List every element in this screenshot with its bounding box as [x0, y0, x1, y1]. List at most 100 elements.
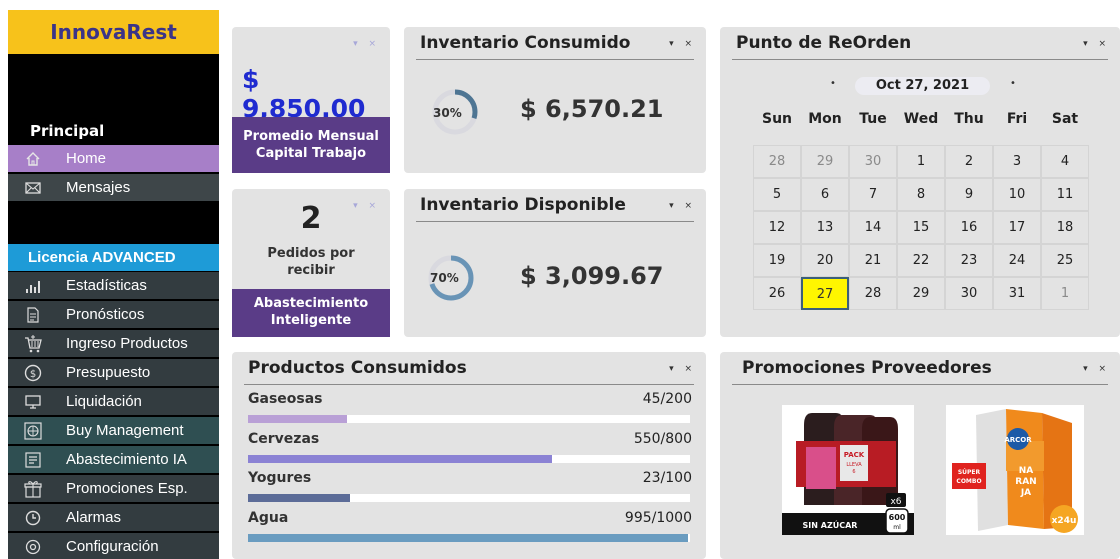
calendar-day[interactable]: 1: [897, 145, 945, 178]
calendar-day[interactable]: 17: [993, 211, 1041, 244]
pedidos-band-line1: Abastecimiento: [253, 296, 369, 311]
sidebar-item-pronosticos[interactable]: Pronósticos: [8, 301, 219, 328]
sidebar-item-label: Promociones Esp.: [66, 480, 188, 497]
calendar-day[interactable]: 29: [801, 145, 849, 178]
clock-icon: [20, 510, 46, 526]
calendar-day[interactable]: 8: [897, 178, 945, 211]
calendar-day[interactable]: 28: [849, 277, 897, 310]
calendar-day[interactable]: 10: [993, 178, 1041, 211]
promociones-card: Promociones Proveedores ▾ × PACK LLEVA 6: [720, 352, 1120, 559]
calendar-day[interactable]: 22: [897, 244, 945, 277]
capital-card: ▾ × $ 9,850.00 Promedio Mensual Capital …: [232, 27, 390, 173]
calendar-day[interactable]: 5: [753, 178, 801, 211]
calendar-day[interactable]: 11: [1041, 178, 1089, 211]
calendar-day[interactable]: 21: [849, 244, 897, 277]
promo-super-combo-line1: SÚPER: [958, 469, 981, 476]
brand-logo[interactable]: InnovaRest: [8, 10, 219, 54]
card-controls[interactable]: ▾ ×: [669, 364, 696, 374]
calendar-month-label[interactable]: Oct 27, 2021: [855, 77, 990, 95]
calendar-day[interactable]: 20: [801, 244, 849, 277]
calendar-day[interactable]: 16: [945, 211, 993, 244]
dashboard: InnovaRest Principal Home Mensajes Licen…: [0, 0, 1120, 559]
product-progress-track: [248, 534, 690, 542]
home-icon: [20, 151, 46, 167]
product-progress-fill: [248, 534, 688, 542]
sidebar-item-estadisticas[interactable]: Estadísticas: [8, 272, 219, 299]
svg-text:$: $: [30, 369, 36, 380]
card-controls[interactable]: ▾ ×: [669, 39, 696, 49]
calendar-day[interactable]: 12: [753, 211, 801, 244]
sidebar-item-presupuesto[interactable]: $ Presupuesto: [8, 359, 219, 386]
product-progress-track: [248, 455, 690, 463]
pedidos-count: 2: [300, 201, 322, 236]
consumido-percent: 30%: [433, 106, 462, 120]
sidebar-item-label: Estadísticas: [66, 277, 147, 294]
product-value: 995/1000: [624, 510, 692, 526]
calendar-day[interactable]: 9: [945, 178, 993, 211]
calendar-day[interactable]: 19: [753, 244, 801, 277]
capital-label-band: Promedio Mensual Capital Trabajo: [232, 117, 390, 173]
calendar-day[interactable]: 30: [945, 277, 993, 310]
calendar-day[interactable]: 28: [753, 145, 801, 178]
sidebar-item-liquidacion[interactable]: Liquidación: [8, 388, 219, 415]
list-icon: [20, 451, 46, 468]
card-controls[interactable]: ▾ ×: [1083, 39, 1110, 49]
pedidos-label-line1: Pedidos por: [267, 246, 355, 261]
promo-super-combo-line2: COMBO: [956, 478, 981, 485]
card-controls[interactable]: ▾ ×: [353, 39, 380, 49]
next-month-icon[interactable]: •: [1010, 78, 1016, 89]
calendar-day[interactable]: 25: [1041, 244, 1089, 277]
calendar-day[interactable]: 15: [897, 211, 945, 244]
card-title: Punto de ReOrden: [736, 33, 912, 53]
calendar-day[interactable]: 24: [993, 244, 1041, 277]
card-title: Promociones Proveedores: [742, 358, 992, 378]
mail-icon: [20, 181, 46, 195]
sidebar-item-mensajes[interactable]: Mensajes: [8, 174, 219, 201]
calendar-day-selected[interactable]: 27: [801, 277, 849, 310]
calendar-day[interactable]: 3: [993, 145, 1041, 178]
calendar-day[interactable]: 29: [897, 277, 945, 310]
sidebar-item-buy-management[interactable]: Buy Management: [8, 417, 219, 444]
calendar-day[interactable]: 30: [849, 145, 897, 178]
product-progress-fill: [248, 494, 350, 502]
promo-arcor-logo: ARCOR: [1004, 436, 1032, 444]
sidebar-item-promociones-esp[interactable]: Promociones Esp.: [8, 475, 219, 502]
sidebar-item-label: Pronósticos: [66, 306, 145, 323]
sidebar-item-ingreso-productos[interactable]: Ingreso Productos: [8, 330, 219, 357]
product-name: Cervezas: [248, 431, 320, 447]
promo-juice-line1: NA: [1019, 466, 1034, 476]
sidebar-item-label: Liquidación: [66, 393, 142, 410]
title-divider: [416, 59, 694, 60]
sidebar-item-configuracion[interactable]: Configuración: [8, 533, 219, 559]
calendar-day[interactable]: 13: [801, 211, 849, 244]
promo-soda-pack[interactable]: PACK LLEVA 6 x6 600 ml SIN AZÚCAR: [782, 405, 914, 535]
sidebar-item-home[interactable]: Home: [8, 145, 219, 172]
soda-pack-image: PACK LLEVA 6 x6 600 ml SIN AZÚCAR: [782, 405, 914, 535]
calendar-day[interactable]: 31: [993, 277, 1041, 310]
promo-ml-text: ml: [893, 524, 901, 531]
prev-month-icon[interactable]: •: [830, 78, 836, 89]
calendar-day[interactable]: 6: [801, 178, 849, 211]
capital-value: $ 9,850.00: [242, 65, 366, 123]
sidebar-item-alarmas[interactable]: Alarmas: [8, 504, 219, 531]
sidebar-item-label: Ingreso Productos: [66, 335, 188, 352]
calendar-day-header: Thu: [954, 111, 984, 127]
sidebar-item-label: Presupuesto: [66, 364, 151, 381]
sidebar-item-label: Home: [66, 150, 107, 167]
product-progress-fill: [248, 415, 348, 423]
card-controls[interactable]: ▾ ×: [1083, 364, 1110, 374]
calendar-day[interactable]: 7: [849, 178, 897, 211]
calendar-day[interactable]: 18: [1041, 211, 1089, 244]
pedidos-card: ▾ × 2 Pedidos por recibir Abastecimiento…: [232, 189, 390, 337]
calendar-day[interactable]: 2: [945, 145, 993, 178]
sidebar-item-abastecimiento-ia[interactable]: Abastecimiento IA: [8, 446, 219, 473]
calendar-day[interactable]: 14: [849, 211, 897, 244]
calendar-day-header: Sat: [1051, 111, 1079, 127]
calendar-day[interactable]: 1: [1041, 277, 1089, 310]
calendar-day[interactable]: 4: [1041, 145, 1089, 178]
title-divider: [732, 384, 1108, 385]
promo-juice-combo[interactable]: ARCOR NA RAN JA SÚPER COMBO x24u: [946, 405, 1084, 535]
calendar-day[interactable]: 26: [753, 277, 801, 310]
card-controls[interactable]: ▾ ×: [669, 201, 696, 211]
calendar-day[interactable]: 23: [945, 244, 993, 277]
